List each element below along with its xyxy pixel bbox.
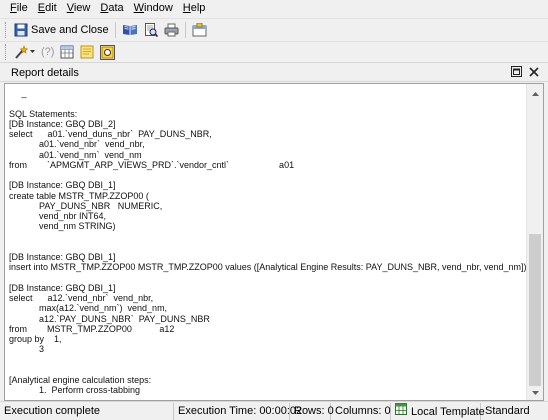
scroll-up-button[interactable] — [527, 84, 543, 101]
toolbar-separator — [114, 21, 116, 38]
help-icon: (?) — [41, 46, 55, 58]
report-object-icon — [100, 44, 116, 60]
close-panel-button[interactable] — [528, 66, 540, 80]
menu-data[interactable]: Data — [100, 0, 123, 17]
printer-icon — [164, 23, 179, 37]
menu-view[interactable]: View — [67, 0, 91, 17]
dropdown-arrow-icon — [30, 50, 35, 54]
save-and-close-button[interactable]: Save and Close — [11, 20, 112, 40]
restore-panel-button[interactable] — [510, 66, 522, 80]
status-standard: Standard — [485, 404, 530, 417]
menu-help[interactable]: Help — [183, 0, 206, 17]
options-button[interactable] — [189, 20, 210, 40]
status-template: Local Template — [391, 402, 485, 420]
panel-controls — [504, 66, 540, 80]
menu-window[interactable]: Window — [134, 0, 173, 17]
menu-edit[interactable]: Edit — [38, 0, 57, 17]
report-details-pane[interactable]: _ SQL Statements: [DB Instance: GBQ DBI_… — [4, 83, 544, 401]
panel-title: Report details — [11, 66, 79, 79]
secondary-toolbar: (?) — [0, 41, 548, 63]
report-text[interactable]: _ SQL Statements: [DB Instance: GBQ DBI_… — [9, 88, 527, 396]
report-details-header: Report details — [0, 64, 548, 82]
save-and-close-label: Save and Close — [31, 23, 109, 36]
template-label: Local Template — [411, 405, 485, 418]
note-icon — [80, 45, 94, 59]
restore-icon — [510, 66, 522, 80]
grid-view-button[interactable] — [57, 42, 77, 62]
toolbar-separator — [184, 21, 186, 38]
status-rows: Rows: 0 — [290, 402, 334, 420]
chevron-up-icon — [532, 87, 539, 99]
main-toolbar: Save and Close — [0, 18, 548, 40]
book-icon — [122, 23, 138, 37]
magic-wand-icon — [14, 45, 28, 59]
status-execution-time: Execution Time: 00:00:02 — [174, 402, 302, 420]
menu-bar: File Edit View Data Window Help — [0, 0, 548, 17]
floppy-disk-icon — [14, 23, 28, 37]
chevron-down-icon — [532, 386, 539, 398]
note-button[interactable] — [77, 42, 97, 62]
toolbar-grip[interactable] — [5, 21, 8, 38]
status-columns: Columns: 0 — [331, 402, 391, 420]
close-icon — [529, 66, 539, 80]
print-preview-button[interactable] — [141, 20, 161, 40]
report-object-button[interactable] — [97, 42, 118, 62]
wizard-dropdown-button[interactable] — [11, 42, 38, 62]
scroll-down-button[interactable] — [527, 383, 543, 400]
print-button[interactable] — [161, 20, 182, 40]
grid-icon — [60, 45, 74, 59]
vertical-scrollbar[interactable] — [526, 84, 543, 400]
status-execution: Execution complete — [0, 402, 174, 420]
menu-file[interactable]: File — [10, 0, 28, 17]
open-book-button[interactable] — [119, 20, 141, 40]
status-bar: Execution complete Execution Time: 00:00… — [0, 401, 548, 420]
scroll-thumb[interactable] — [529, 234, 541, 386]
toolbar-grip[interactable] — [5, 44, 8, 60]
print-preview-icon — [144, 22, 158, 37]
settings-dialog-icon — [192, 22, 207, 37]
template-icon — [395, 402, 407, 420]
help-button[interactable]: (?) — [38, 42, 57, 62]
